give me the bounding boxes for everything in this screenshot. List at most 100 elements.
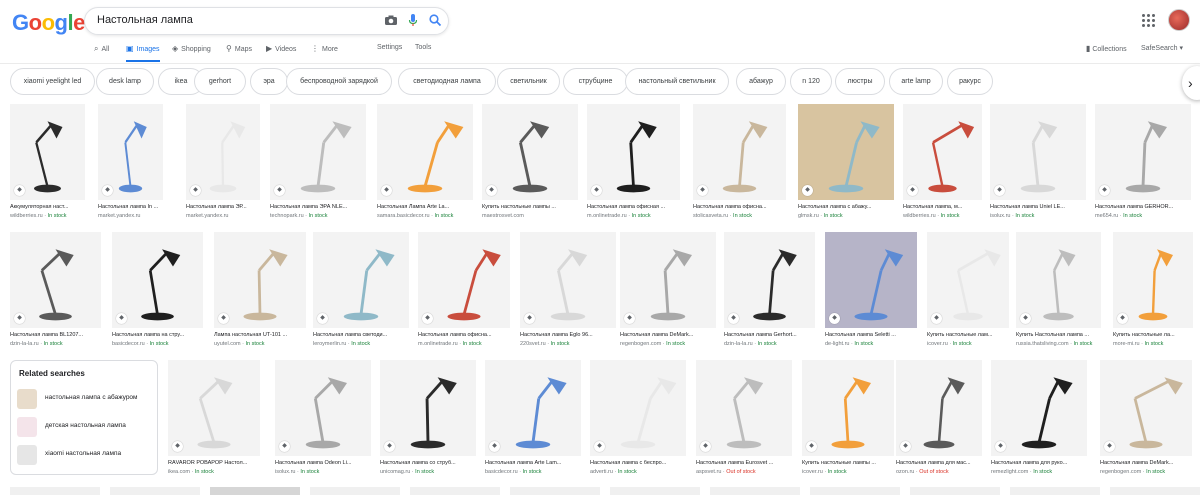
suggestion-chip[interactable]: desk lamp [96,68,154,95]
suggestion-chip[interactable]: беспроводной зарядкой [286,68,392,95]
image-result[interactable]: ◆ Купить настольные лам... icover.ru · In … [927,232,1009,354]
image-result[interactable]: ◆ Настольная лампа светоди... leroymerlin.… [313,232,409,354]
tab-more[interactable]: ⋮ More [311,44,338,64]
search-icon[interactable] [427,13,443,29]
suggestion-chip[interactable]: светильник [497,68,560,95]
result-title[interactable]: Настольная лампа, м... [903,204,982,210]
result-title[interactable]: Лампа настольная UT-101 ... [214,332,306,338]
result-title[interactable]: Настольная лампа для руко... [991,460,1087,466]
image-result[interactable]: ◆ Настольная лампа для руко... remezlight.… [991,360,1087,482]
result-title[interactable]: Настольная лампа DeMark... [1100,460,1192,466]
search-input[interactable] [97,14,377,26]
image-result-partial[interactable] [610,487,700,495]
image-result-partial[interactable] [510,487,600,495]
image-result[interactable]: ◆ Настольная лампа In ... market.yandex.ru [98,104,163,226]
related-search-item[interactable]: xiaomi настольная лампа [17,445,155,465]
suggestion-chip[interactable]: настольный светильник [625,68,729,95]
google-logo[interactable]: Google [12,10,85,36]
image-result[interactable]: ◆ Настольная лампа ЭРА NLE... technopark.r… [270,104,366,226]
result-title[interactable]: Настольная лампа Arte Lam... [485,460,581,466]
suggestion-chip[interactable]: gerhort [194,68,246,95]
image-result[interactable]: ◆ Настольная лампа Eglo 96... 220svet.ru ·… [520,232,616,354]
result-title[interactable]: Настольная лампа на стру... [112,332,203,338]
tab-videos[interactable]: ▶ Videos [266,44,296,64]
result-title[interactable]: Настольная лампа для мас... [896,460,982,466]
tab-all[interactable]: ⌕ All [94,44,109,64]
suggestion-chip[interactable]: струбцине [563,68,628,95]
image-result[interactable]: ◆ Настольная лампа Gerhort... dzin-la-la.r… [724,232,815,354]
related-search-item[interactable]: детская настольная лампа [17,417,155,437]
image-result[interactable]: ◆ Настольная лампа, м... wildberries.ru · … [903,104,982,226]
result-title[interactable]: Настольная лампа BL1207... [10,332,101,338]
result-title[interactable]: Настольная лампа Eurosvet ... [696,460,792,466]
image-result[interactable]: ◆ Настольная лампа офисна... stolicasveta.… [693,104,786,226]
image-result[interactable]: ◆ Настольная лампа DeMark... regenbogen.co… [1100,360,1192,482]
result-title[interactable]: Настольная лампа с абажу... [798,204,894,210]
result-title[interactable]: Настольная лампа светоди... [313,332,409,338]
result-title[interactable]: Настольная лампа In ... [98,204,163,210]
image-result[interactable]: ◆ Настольная лампа офисна... m.onlinetrade… [418,232,510,354]
image-result-partial[interactable] [210,487,300,495]
suggestion-chip[interactable]: светодиодная лампа [398,68,496,95]
result-title[interactable]: Настольная лампа ЭР... [186,204,260,210]
result-title[interactable]: Настольная лампа DeMark... [620,332,716,338]
suggestion-chip[interactable]: n 120 [790,68,832,95]
result-title[interactable]: RÅVAROR РОВАРОР Настол... [168,460,260,466]
camera-icon[interactable] [383,13,399,29]
image-result[interactable]: ◆ Настольная лампа Arte Lam... basicdecor.… [485,360,581,482]
tab-maps[interactable]: ⚲ Maps [226,44,252,64]
collections-link[interactable]: ▮ Collections [1086,44,1127,53]
image-result-partial[interactable] [810,487,900,495]
image-result[interactable]: ◆ Купить настольные ла... more-mi.ru · In … [1113,232,1193,354]
image-result[interactable]: ◆ Лампа настольная UT-101 ... uyutel.com ·… [214,232,306,354]
image-result[interactable]: ◆ Купить настольные лампы ... icover.ru · … [802,360,894,482]
result-title[interactable]: Настольная лампа со струб... [380,460,476,466]
image-result[interactable]: ◆ Купить настольные лампы ... maestrosvet.… [482,104,578,226]
result-title[interactable]: Настольная лампа офисна... [418,332,510,338]
result-title[interactable]: Настольная лампа с беспро... [590,460,686,466]
suggestion-chip[interactable]: xiaomi yeelight led [10,68,95,95]
result-title[interactable]: Настольная лампа Seletti ... [825,332,917,338]
image-result-partial[interactable] [1110,487,1200,495]
result-title[interactable]: Купить настольные лампы ... [802,460,894,466]
safesearch-toggle[interactable]: SafeSearch ▾ [1141,44,1183,52]
image-result[interactable]: ◆ Настольная лампа Seletti ... de-light.ru… [825,232,917,354]
image-result[interactable]: ◆ Настольная лампа BL1207... dzin-la-la.ru… [10,232,101,354]
image-result[interactable]: ◆ Настольная лампа Eurosvet ... aspsvet.ru… [696,360,792,482]
image-result-partial[interactable] [1010,487,1100,495]
image-result[interactable]: ◆ Купить Настольная лампа ... russia.thats… [1016,232,1101,354]
result-title[interactable]: Купить настольные ла... [1113,332,1193,338]
suggestion-chip[interactable]: arte lamp [889,68,943,95]
image-result[interactable]: ◆ Настольная лампа Uniel LE... isolux.ru ·… [990,104,1086,226]
image-result[interactable]: ◆ Настольная лампа ЭР... market.yandex.ru [186,104,260,226]
suggestion-chip[interactable]: ракурс [947,68,993,95]
image-result[interactable]: ◆ Настольная лампа с абажу... glmsk.ru · I… [798,104,894,226]
result-title[interactable]: Купить Настольная лампа ... [1016,332,1101,338]
microphone-icon[interactable] [405,13,421,29]
image-result-partial[interactable] [710,487,800,495]
image-result-partial[interactable] [410,487,500,495]
image-result[interactable]: ◆ Настольная лампа для мас... ozon.ru · Ou… [896,360,982,482]
image-result[interactable]: ◆ Настольная лампа DeMark... regenbogen.co… [620,232,716,354]
result-title[interactable]: Настольная лампа GERHOR... [1095,204,1191,210]
result-title[interactable]: Настольная лампа офисная ... [587,204,680,210]
result-title[interactable]: Настольная лампа офисна... [693,204,786,210]
related-search-item[interactable]: настольная лампа с абажуром [17,389,155,409]
image-result-partial[interactable] [10,487,100,495]
result-title[interactable]: Купить настольные лампы ... [482,204,578,210]
image-result[interactable]: ◆ Аккумуляторная наст... wildberries.ru · … [10,104,85,226]
image-result-partial[interactable] [910,487,1000,495]
suggestion-chip[interactable]: абажур [736,68,786,95]
account-avatar[interactable] [1168,9,1190,31]
image-result[interactable]: ◆ Настольная лампа на стру... basicdecor.r… [112,232,203,354]
suggestion-chip[interactable]: эра [250,68,288,95]
image-result[interactable]: ◆ Настольная лампа Odeon Li... isolux.ru ·… [275,360,371,482]
tab-images[interactable]: ▣ Images [126,44,160,64]
result-title[interactable]: Настольная Лампа Arte La... [377,204,473,210]
result-title[interactable]: Аккумуляторная наст... [10,204,85,210]
tab-tools[interactable]: Tools [415,44,431,64]
image-result[interactable]: ◆ Настольная Лампа Arte La... samara.basic… [377,104,473,226]
result-title[interactable]: Настольная лампа Gerhort... [724,332,815,338]
image-result[interactable]: ◆ Настольная лампа офисная ... m.onlinetra… [587,104,680,226]
image-result-partial[interactable] [110,487,200,495]
